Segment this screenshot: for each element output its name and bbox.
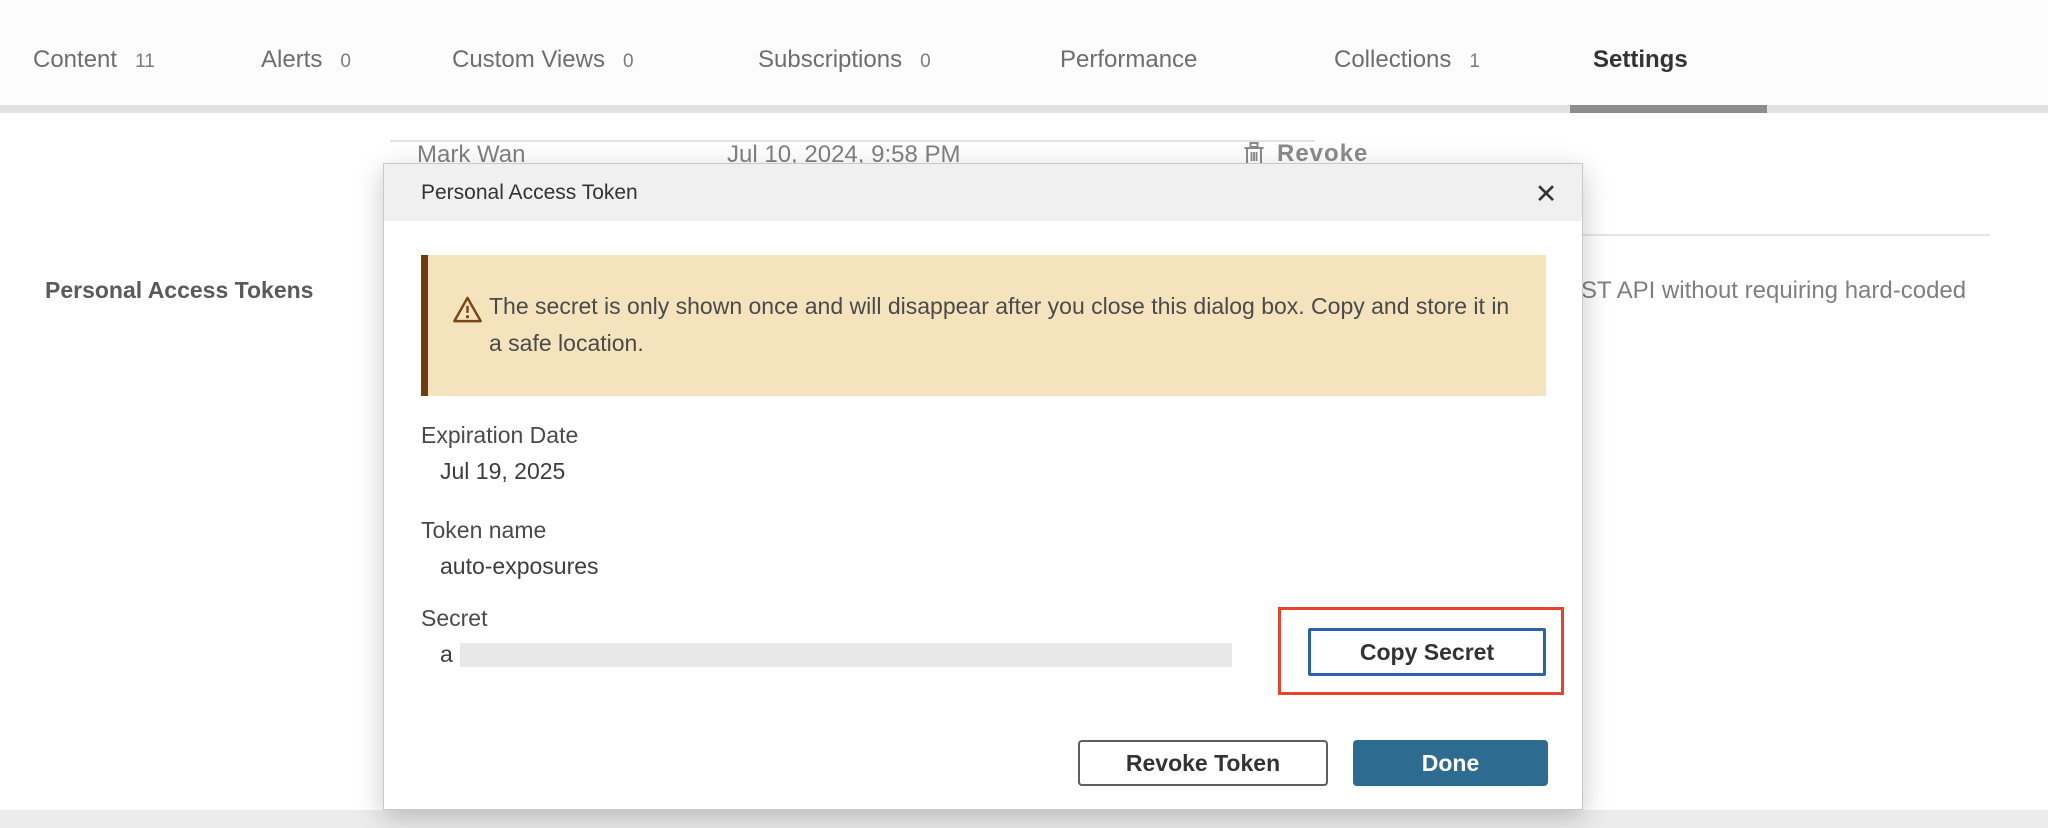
warning-message: The secret is only shown once and will d… [489,288,1511,362]
expiration-date-label: Expiration Date [421,422,578,449]
warning-banner: The secret is only shown once and will d… [421,255,1546,396]
secret-masked-bar [460,643,1232,667]
secret-label: Secret [421,605,487,632]
dialog-header: Personal Access Token [384,164,1582,221]
section-heading: Personal Access Tokens [45,277,313,304]
close-icon[interactable]: ✕ [1526,174,1566,214]
done-button[interactable]: Done [1353,740,1548,786]
personal-access-token-dialog: Personal Access Token ✕ The secret is on… [383,163,1583,810]
secret-value-row: a [440,641,1232,668]
expiration-date-value: Jul 19, 2025 [440,458,565,485]
secret-visible-char: a [440,641,453,668]
revoke-token-button[interactable]: Revoke Token [1078,740,1328,786]
copy-secret-button[interactable]: Copy Secret [1308,628,1546,676]
page-bottom-strip [0,810,2048,828]
token-name-value: auto-exposures [440,553,599,580]
section-divider [1583,234,1990,236]
token-name-label: Token name [421,517,546,544]
dialog-title: Personal Access Token [421,181,638,205]
section-description-fragment: ST API without requiring hard-coded [1581,277,2041,305]
warning-triangle-icon [452,295,483,329]
